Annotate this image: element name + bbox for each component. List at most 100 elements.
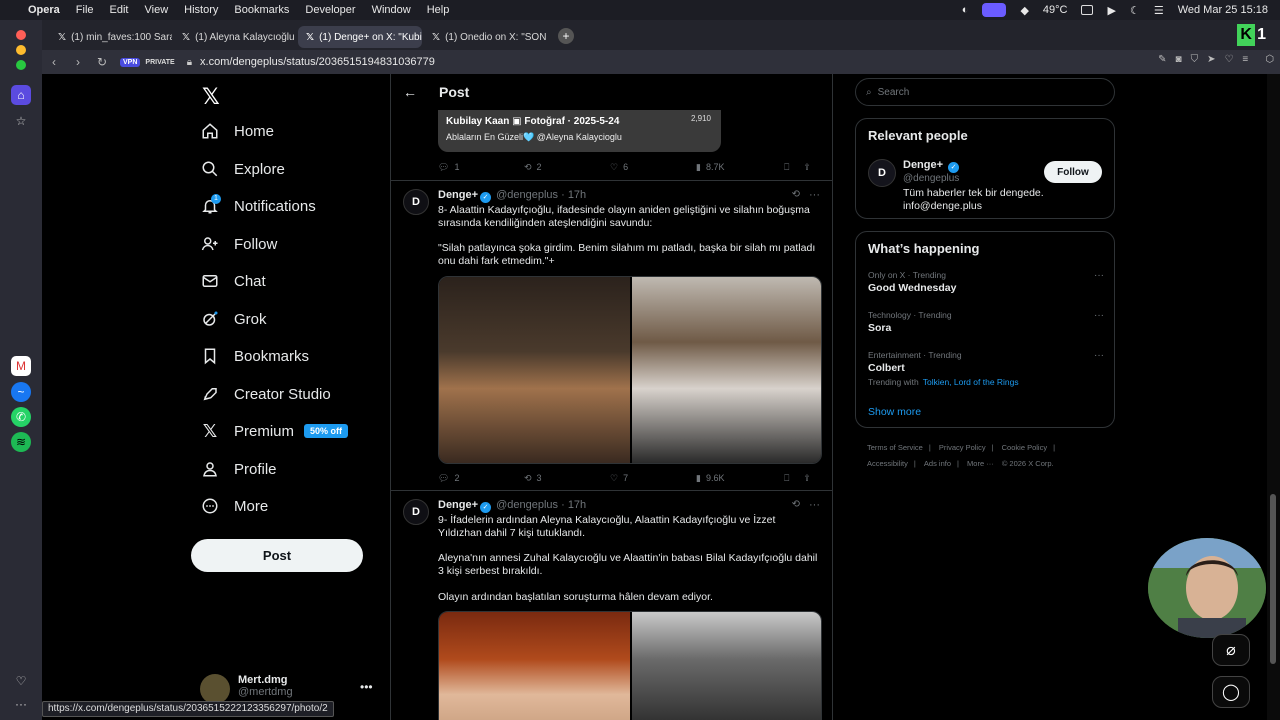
photo-2[interactable] bbox=[632, 612, 821, 720]
search-input[interactable]: ⌕ Search bbox=[855, 78, 1115, 106]
grok-icon[interactable]: ⟲ bbox=[792, 499, 800, 510]
temperature-readout[interactable]: 49°C bbox=[1043, 4, 1068, 16]
menu-bookmarks[interactable]: Bookmarks bbox=[234, 4, 289, 16]
nav-explore[interactable]: Explore bbox=[200, 154, 285, 184]
relevant-handle[interactable]: @dengeplus bbox=[903, 173, 959, 184]
trending-with-link[interactable]: Tolkien, Lord of the Rings bbox=[923, 377, 1019, 387]
views-button[interactable]: ▮ 8.7K bbox=[696, 162, 782, 173]
tab-onedio[interactable]: 𝕏 (1) Onedio on X: "SON D bbox=[424, 26, 550, 48]
home-workspace-icon[interactable]: ⌂ bbox=[11, 85, 31, 105]
show-more-link[interactable]: Show more bbox=[868, 406, 921, 418]
x-logo-icon[interactable]: 𝕏 bbox=[202, 84, 224, 109]
heart-bookmark-icon[interactable]: ♡ bbox=[1224, 54, 1233, 65]
nav-follow[interactable]: Follow bbox=[200, 229, 277, 259]
nav-creator-studio[interactable]: Creator Studio bbox=[200, 379, 331, 409]
photo-2[interactable] bbox=[632, 277, 821, 463]
tab-denge-active[interactable]: 𝕏 (1) Denge+ on X: "Kubila bbox=[298, 26, 422, 48]
footer-accessibility[interactable]: Accessibility bbox=[867, 459, 908, 468]
footer-terms[interactable]: Terms of Service bbox=[867, 443, 923, 452]
author-name[interactable]: Denge+ bbox=[438, 189, 478, 201]
share-button[interactable]: ⇪ bbox=[803, 162, 811, 173]
author-handle[interactable]: @dengeplus · 17h bbox=[496, 189, 586, 201]
nav-profile[interactable]: Profile bbox=[200, 454, 277, 484]
trend-item[interactable]: Technology · Trending Sora ··· bbox=[868, 310, 1104, 334]
trend-item[interactable]: Entertainment · Trending Colbert Trendin… bbox=[868, 350, 1104, 387]
trend-item[interactable]: Only on X · Trending Good Wednesday ··· bbox=[868, 270, 1104, 294]
share-button[interactable]: ⇪ bbox=[803, 473, 811, 484]
whatsapp-icon[interactable]: ✆ bbox=[11, 407, 31, 427]
heart-icon[interactable]: ♡ bbox=[11, 671, 31, 691]
send-icon[interactable]: ➤ bbox=[1207, 54, 1215, 65]
minimize-window-icon[interactable] bbox=[16, 45, 26, 55]
battery-icon[interactable] bbox=[1081, 5, 1094, 15]
grok-floating-button[interactable]: ⌀ bbox=[1212, 634, 1250, 666]
nav-home[interactable]: Home bbox=[200, 116, 274, 146]
tweet-media[interactable] bbox=[438, 276, 822, 464]
menu-help[interactable]: Help bbox=[427, 4, 450, 16]
avatar[interactable]: D bbox=[403, 189, 429, 215]
menu-edit[interactable]: Edit bbox=[110, 4, 129, 16]
scrollbar-thumb[interactable] bbox=[1270, 494, 1276, 664]
star-icon[interactable]: ☆ bbox=[11, 111, 31, 131]
trend-more-icon[interactable]: ··· bbox=[1094, 310, 1104, 321]
photo-1[interactable] bbox=[439, 612, 630, 720]
bookmark-button[interactable]: ⎕ bbox=[784, 162, 789, 173]
author-handle[interactable]: @dengeplus · 17h bbox=[496, 499, 586, 511]
bookmark-button[interactable]: ⎕ bbox=[784, 473, 789, 484]
like-button[interactable]: ♡ 6 bbox=[610, 162, 696, 173]
messages-floating-button[interactable]: ◯ bbox=[1212, 676, 1250, 708]
edit-icon[interactable]: ✎ bbox=[1158, 54, 1166, 65]
screen-icon[interactable]: ◐ bbox=[962, 4, 969, 16]
shield-menu-icon[interactable]: ◆ bbox=[1020, 4, 1028, 17]
more-dots-icon[interactable]: ··· bbox=[809, 499, 820, 511]
trend-more-icon[interactable]: ··· bbox=[1094, 270, 1104, 281]
views-button[interactable]: ▮ 9.6K bbox=[696, 473, 782, 484]
back-arrow-icon[interactable]: ← bbox=[403, 84, 417, 100]
play-icon[interactable]: ▶ bbox=[1107, 4, 1115, 17]
status-pill-icon[interactable] bbox=[982, 3, 1007, 17]
nav-premium[interactable]: 𝕏 Premium 50% off bbox=[200, 416, 349, 446]
author-name[interactable]: Denge+ bbox=[438, 499, 478, 511]
reload-icon[interactable]: ↻ bbox=[90, 55, 114, 69]
repost-button[interactable]: ⟲ 2 bbox=[524, 162, 610, 173]
menu-window[interactable]: Window bbox=[372, 4, 411, 16]
reply-button[interactable]: 💬︎ 2 bbox=[438, 473, 524, 484]
nav-chat[interactable]: Chat bbox=[200, 266, 266, 296]
menu-lines-icon[interactable]: ≡ bbox=[1242, 54, 1248, 65]
vpn-badge[interactable]: VPN bbox=[120, 57, 141, 67]
footer-more[interactable]: More ··· bbox=[967, 459, 994, 468]
lock-icon[interactable]: 🔒︎ bbox=[187, 57, 192, 68]
close-window-icon[interactable] bbox=[16, 30, 26, 40]
menu-view[interactable]: View bbox=[145, 4, 169, 16]
repost-button[interactable]: ⟲ 3 bbox=[524, 473, 610, 484]
more-dots-icon[interactable]: ··· bbox=[11, 694, 31, 714]
tweet-media[interactable] bbox=[438, 611, 822, 720]
clock[interactable]: Wed Mar 25 15:18 bbox=[1178, 4, 1268, 16]
embedded-media[interactable]: Kubilay Kaan ▣ Fotoğraf · 2025-5-24 Abla… bbox=[438, 110, 721, 152]
reply-button[interactable]: 💬︎ 1 bbox=[438, 162, 524, 173]
account-more-icon[interactable]: ••• bbox=[360, 680, 373, 694]
gmail-icon[interactable]: M bbox=[11, 356, 31, 376]
zoom-window-icon[interactable] bbox=[16, 60, 26, 70]
nav-bookmarks[interactable]: Bookmarks bbox=[200, 341, 309, 371]
post-button[interactable]: Post bbox=[191, 539, 363, 572]
camera-icon[interactable]: ◙ bbox=[1176, 54, 1182, 65]
grok-icon[interactable]: ⟲ bbox=[792, 189, 800, 200]
tab-min-faves[interactable]: 𝕏 (1) min_faves:100 Saraç bbox=[50, 26, 172, 48]
follow-button[interactable]: Follow bbox=[1044, 161, 1102, 183]
photo-1[interactable] bbox=[439, 277, 630, 463]
nav-more[interactable]: More bbox=[200, 491, 268, 521]
account-switcher[interactable]: Mert.dmg @mertdmg bbox=[200, 674, 293, 704]
trend-more-icon[interactable]: ··· bbox=[1094, 350, 1104, 361]
menu-file[interactable]: File bbox=[76, 4, 94, 16]
like-button[interactable]: ♡ 7 bbox=[610, 473, 696, 484]
footer-privacy[interactable]: Privacy Policy bbox=[939, 443, 986, 452]
footer-ads[interactable]: Ads info bbox=[924, 459, 951, 468]
avatar[interactable]: D bbox=[868, 159, 896, 187]
footer-cookie[interactable]: Cookie Policy bbox=[1002, 443, 1047, 452]
url-field[interactable]: x.com/dengeplus/status/20365151948310367… bbox=[200, 56, 435, 68]
relevant-name[interactable]: Denge+ ✓ bbox=[903, 159, 961, 173]
menu-opera[interactable]: Opera bbox=[28, 4, 60, 16]
avatar[interactable]: D bbox=[403, 499, 429, 525]
box-icon[interactable]: ⬡ bbox=[1265, 54, 1274, 65]
